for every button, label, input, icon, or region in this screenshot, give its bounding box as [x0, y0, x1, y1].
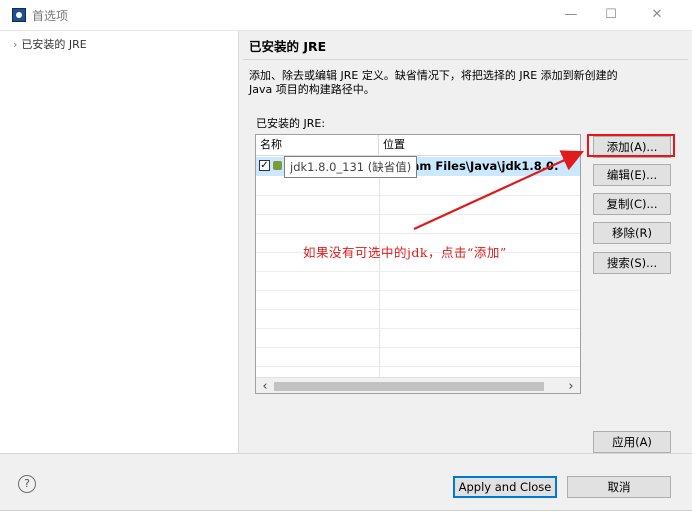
- title-separator: [243, 59, 688, 60]
- close-icon[interactable]: ✕: [646, 4, 668, 26]
- row-gridline: [256, 290, 580, 291]
- row-gridline: [256, 328, 580, 329]
- row-gridline: [256, 347, 580, 348]
- row-gridline: [256, 195, 580, 196]
- jre-table[interactable]: 名称 位置 ✓ ram Files\Java\jdk1.8.0. jdk1.8.…: [255, 134, 581, 394]
- horizontal-scrollbar[interactable]: ‹ ›: [256, 377, 580, 393]
- help-icon[interactable]: ?: [18, 475, 36, 493]
- eclipse-app-icon: [12, 8, 26, 22]
- jre-location-cell[interactable]: ram Files\Java\jdk1.8.0.: [406, 159, 558, 173]
- row-gridline: [256, 271, 580, 272]
- scroll-right-icon[interactable]: ›: [564, 378, 578, 393]
- window-title: 首选项: [32, 9, 69, 23]
- add-button-highlight-box: [587, 134, 675, 157]
- row-gridline: [256, 214, 580, 215]
- jre-name-tooltip: jdk1.8.0_131 (缺省值): [284, 156, 418, 178]
- tree-item-label: 已安装的 JRE: [21, 38, 87, 51]
- column-header-name[interactable]: 名称: [256, 135, 379, 155]
- search-jre-button[interactable]: 搜索(S)...: [593, 252, 671, 274]
- chevron-right-icon[interactable]: ›: [13, 38, 17, 51]
- scroll-left-icon[interactable]: ‹: [258, 378, 272, 393]
- jre-default-checkbox[interactable]: ✓: [259, 160, 270, 171]
- minimize-icon[interactable]: —: [560, 4, 582, 26]
- apply-and-close-button[interactable]: Apply and Close: [453, 476, 557, 498]
- apply-button[interactable]: 应用(A): [593, 431, 671, 453]
- row-gridline: [256, 309, 580, 310]
- remove-jre-button[interactable]: 移除(R): [593, 222, 671, 244]
- maximize-icon[interactable]: ☐: [600, 4, 622, 26]
- installed-jres-label: 已安装的 JRE:: [256, 117, 326, 130]
- description-line-1: 添加、除去或编辑 JRE 定义。缺省情况下，将把选择的 JRE 添加到新创建的: [249, 69, 618, 82]
- cancel-button[interactable]: 取消: [567, 476, 671, 498]
- jre-library-icon: [273, 161, 282, 170]
- page-title: 已安装的 JRE: [249, 39, 327, 54]
- column-divider: [379, 155, 380, 377]
- row-gridline: [256, 366, 580, 367]
- preferences-tree: › 已安装的 JRE: [0, 31, 239, 453]
- annotation-text: 如果没有可选中的jdk，点击“添加”: [303, 245, 507, 260]
- copy-jre-button[interactable]: 复制(C)...: [593, 193, 671, 215]
- description-line-2: Java 项目的构建路径中。: [249, 83, 375, 96]
- row-gridline: [256, 233, 580, 234]
- edit-jre-button[interactable]: 编辑(E)...: [593, 164, 671, 186]
- title-bar: [0, 0, 692, 31]
- scrollbar-thumb[interactable]: [274, 382, 544, 391]
- column-header-location[interactable]: 位置: [379, 135, 580, 155]
- tree-item-installed-jre[interactable]: › 已安装的 JRE: [13, 36, 87, 52]
- background-window-strip: [0, 510, 692, 524]
